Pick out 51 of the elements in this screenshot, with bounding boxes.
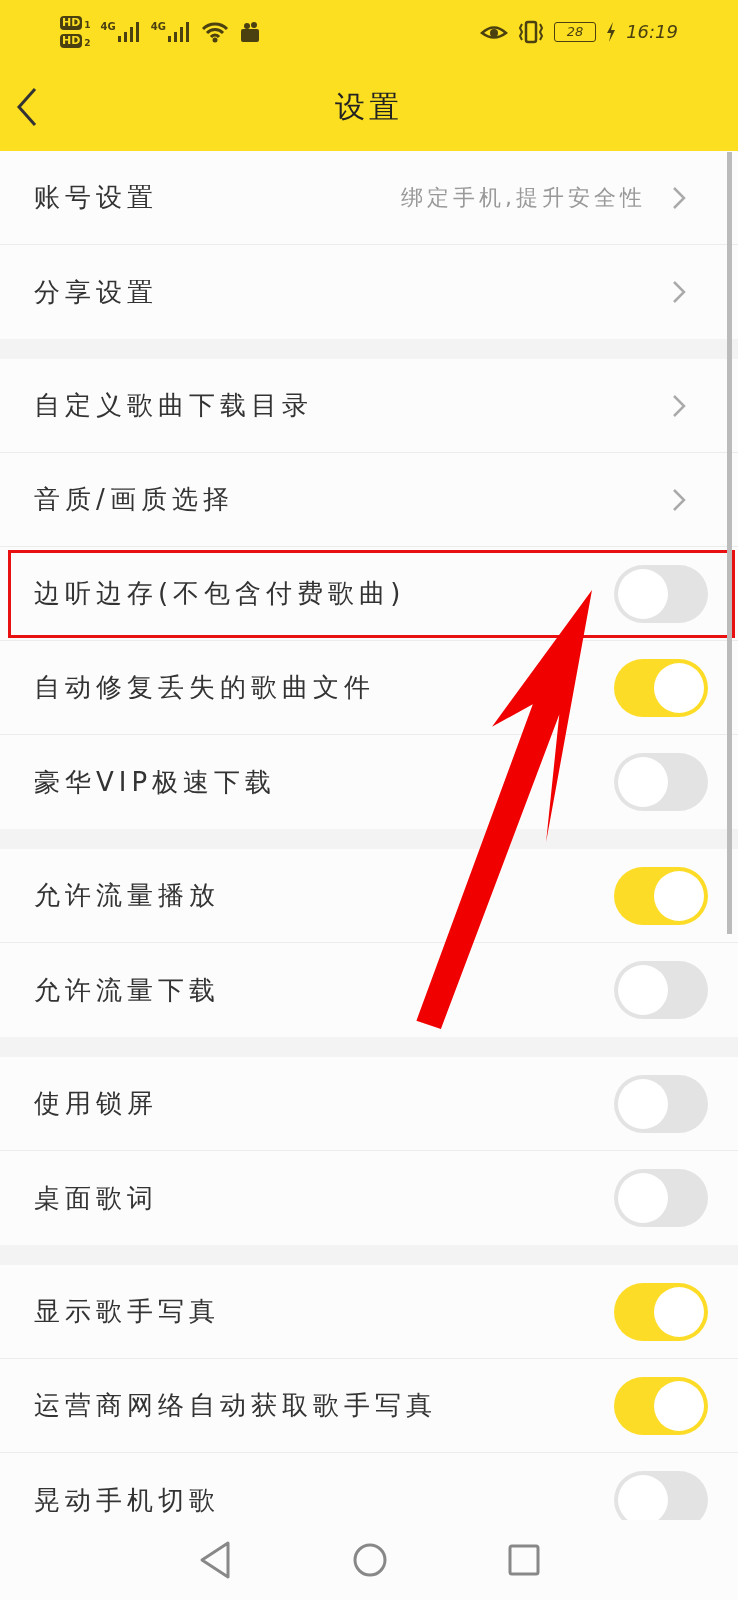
settings-row[interactable]: 桌面歌词 (0, 1151, 738, 1245)
row-label: 音质/画质选择 (34, 483, 235, 516)
toggle-switch[interactable] (614, 1376, 708, 1435)
app-icon (238, 20, 261, 43)
home-icon (352, 1542, 388, 1578)
settings-row[interactable]: 使用锁屏 (0, 1057, 738, 1151)
row-label: 使用锁屏 (34, 1087, 159, 1120)
row-label: 边听边存(不包含付费歌曲) (34, 577, 407, 610)
sim-slot: 2 (84, 37, 91, 48)
charging-icon (606, 21, 617, 42)
chevron-icon (672, 185, 686, 210)
settings-row[interactable]: 分享设置 (0, 245, 738, 339)
settings-row[interactable]: 允许流量下载 (0, 943, 738, 1037)
chevron-icon (672, 280, 686, 304)
toggle-switch[interactable] (614, 658, 708, 717)
chevron-icon (672, 487, 686, 512)
recent-apps-icon (508, 1544, 540, 1576)
row-label: 分享设置 (34, 275, 159, 309)
clock: 16:19 (626, 21, 678, 42)
row-label: 桌面歌词 (34, 1181, 159, 1215)
settings-row[interactable]: 显示歌手写真 (0, 1265, 738, 1359)
network-type: 4G (100, 20, 116, 32)
row-label: 允许流量播放 (34, 879, 221, 912)
back-icon (198, 1540, 232, 1580)
hd-badge: HD (60, 33, 83, 48)
chevron-icon (672, 393, 686, 418)
row-label: 自动修复丢失的歌曲文件 (34, 671, 376, 704)
back-icon (16, 87, 38, 127)
wifi-icon (200, 20, 229, 43)
signal-icon (116, 20, 141, 43)
settings-row[interactable]: 运营商网络自动获取歌手写真 (0, 1359, 738, 1453)
sim-slot: 1 (84, 19, 91, 30)
row-label: 账号设置 (34, 181, 159, 214)
toggle-switch[interactable] (614, 1282, 708, 1341)
signal-icon (166, 20, 191, 43)
row-label: 运营商网络自动获取歌手写真 (34, 1389, 438, 1422)
battery-level: 28 (566, 24, 584, 39)
row-label: 豪华VIP极速下载 (34, 765, 278, 799)
settings-row[interactable]: 豪华VIP极速下载 (0, 735, 738, 829)
hd-badge: HD (60, 15, 83, 30)
row-hint: 绑定手机,提升安全性 (401, 183, 646, 212)
vibrate-icon (518, 19, 545, 44)
row-label: 显示歌手写真 (34, 1295, 221, 1328)
row-label: 晃动手机切歌 (34, 1483, 221, 1517)
row-label: 自定义歌曲下载目录 (34, 389, 314, 422)
toggle-switch[interactable] (614, 866, 708, 925)
row-label: 允许流量下载 (34, 973, 221, 1007)
network-type: 4G (150, 20, 166, 32)
back-button[interactable] (16, 87, 38, 127)
toggle-switch[interactable] (614, 1471, 708, 1520)
page-title: 设置 (335, 87, 403, 126)
